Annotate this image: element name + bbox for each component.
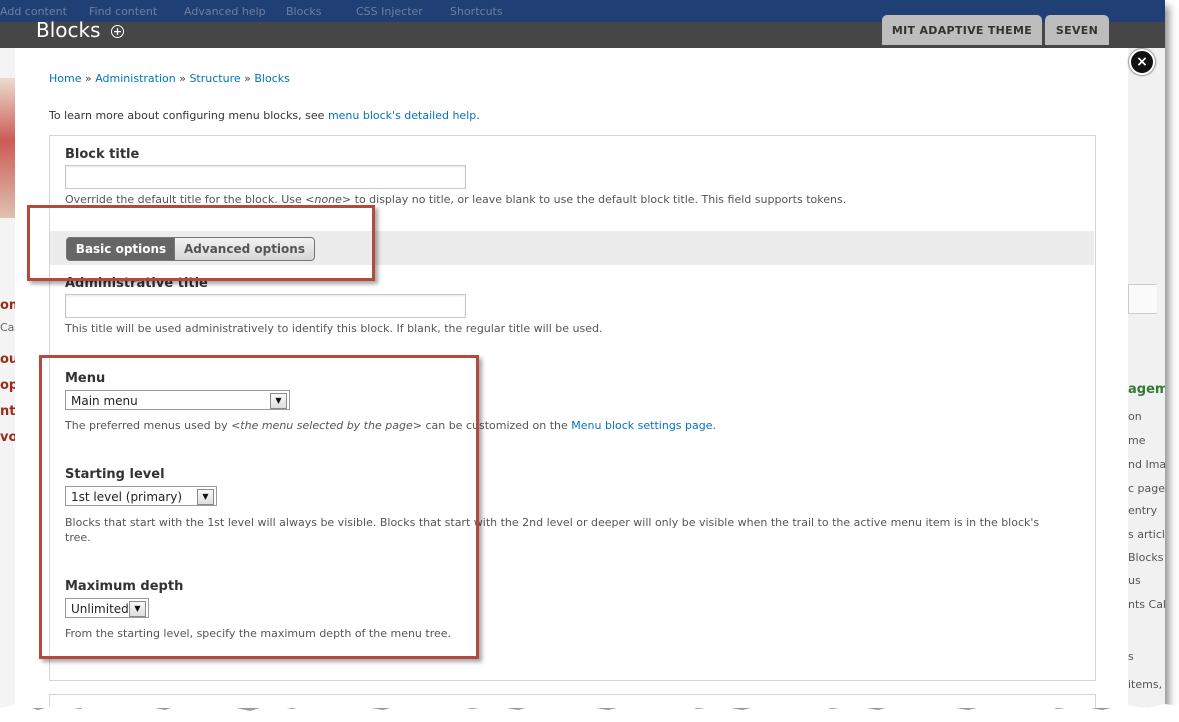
menu-block-settings-link[interactable]: Menu block settings page xyxy=(571,419,712,432)
administrative-title-input[interactable] xyxy=(65,294,466,318)
toolbar-item-blocks[interactable]: Blocks xyxy=(286,5,321,18)
block-title-desc-after: to display no title, or leave blank to u… xyxy=(354,193,847,206)
intro-text-before: To learn more about configuring menu blo… xyxy=(49,109,325,122)
toolbar-item-advanced-help[interactable]: Advanced help xyxy=(184,5,266,18)
menu-desc-after: . xyxy=(712,419,717,432)
breadcrumb-structure[interactable]: Structure xyxy=(189,72,240,85)
breadcrumb-administration[interactable]: Administration xyxy=(95,72,176,85)
plus-circle-icon[interactable]: + xyxy=(111,25,124,38)
background-right-text: us xyxy=(1128,574,1141,587)
background-right-text: agem xyxy=(1128,382,1165,397)
background-right-text: nts Cal xyxy=(1128,598,1165,611)
screenshot-frame: Add content Find content Advanced help B… xyxy=(0,0,1165,708)
background-right-text: me xyxy=(1128,434,1146,447)
background-image xyxy=(0,78,16,218)
toolbar-item-find-content[interactable]: Find content xyxy=(89,5,157,18)
background-box xyxy=(1128,284,1157,314)
background-right-text: s articl xyxy=(1128,528,1165,541)
menu-block-help-link[interactable]: menu block's detailed help xyxy=(328,109,476,122)
torn-edge xyxy=(0,703,1179,722)
intro-text-end: . xyxy=(476,109,480,122)
background-right-text: Blocks xyxy=(1128,551,1164,564)
background-left-column: om Cal ou op nt vo xyxy=(0,48,22,708)
administrative-title-description: This title will be used administratively… xyxy=(65,322,603,335)
block-title-label: Block title xyxy=(65,147,140,162)
intro-text: To learn more about configuring menu blo… xyxy=(49,109,480,122)
breadcrumb-blocks[interactable]: Blocks xyxy=(254,72,289,85)
block-title-input[interactable] xyxy=(65,165,466,189)
breadcrumb-home[interactable]: Home xyxy=(49,72,81,85)
toolbar-item-add-content[interactable]: Add content xyxy=(0,5,67,18)
breadcrumb-separator: » xyxy=(84,72,92,85)
background-right-text: on xyxy=(1128,410,1142,423)
breadcrumb-separator: » xyxy=(179,72,186,85)
breadcrumb: Home » Administration » Structure » Bloc… xyxy=(49,72,290,85)
toolbar-item-css-injecter[interactable]: CSS Injecter xyxy=(356,5,423,18)
background-left-text: nt xyxy=(0,404,16,419)
breadcrumb-separator: » xyxy=(244,72,251,85)
background-right-text: c page xyxy=(1128,482,1165,495)
highlight-box-tabs xyxy=(27,205,375,281)
background-right-text: s xyxy=(1128,650,1134,663)
background-right-text: items, xyxy=(1128,678,1163,691)
tab-seven[interactable]: SEVEN xyxy=(1045,15,1109,45)
page-title: Blocks xyxy=(36,18,101,42)
background-right-text: nd Ima xyxy=(1128,458,1165,471)
toolbar-item-shortcuts[interactable]: Shortcuts xyxy=(450,5,503,18)
background-right-text: entry xyxy=(1128,504,1158,517)
tab-mit-adaptive-theme[interactable]: MIT ADAPTIVE THEME xyxy=(882,15,1042,45)
background-right-column: agem on me nd Ima c page entry s articl … xyxy=(1128,48,1165,708)
close-circle-icon[interactable]: × xyxy=(1129,49,1155,75)
highlight-box-menu-settings xyxy=(39,355,479,659)
